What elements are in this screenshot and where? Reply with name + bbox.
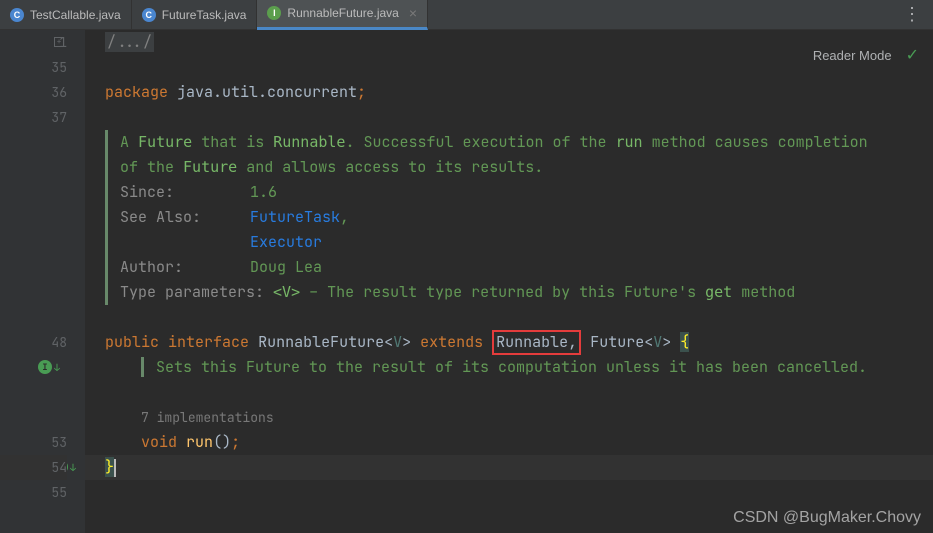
code-area[interactable]: /.../ package java.util.concurrent; A Fu… [85,30,933,533]
tab-bar: C TestCallable.java C FutureTask.java I … [0,0,933,30]
doc-text: of the [120,157,183,177]
impl-hint[interactable]: 7 implementations [141,409,274,426]
close-icon[interactable]: × [409,5,417,21]
class-icon: C [10,8,24,22]
generic-param: V [653,332,662,352]
doc-text: that is [192,132,273,152]
highlight-box: Runnable, [492,330,581,355]
line-number: 53 [51,434,67,451]
keyword: extends [420,332,483,352]
gutter: 1+ 35 36 37 48I↓ 53O↑I↓ 54 55 [0,30,85,533]
doc-link[interactable]: FutureTask [250,207,340,227]
class-icon: C [142,8,156,22]
doc-text: – The result type returned by this Futur… [300,282,705,302]
method-name: run [186,432,213,452]
doc-value: Doug Lea [250,257,322,277]
doc-label: Since: [120,180,250,205]
type-name: RunnableFuture [258,332,384,352]
doc-label: Type parameters: [120,282,273,302]
doc-code: Future [138,133,192,151]
doc-text: and allows access to its results. [237,157,543,177]
doc-label: See Also: [120,205,250,230]
doc-code: get [705,283,732,301]
doc-text: Sets this Future to the result of its co… [141,357,867,377]
keyword: public [105,332,159,352]
doc-link[interactable]: Executor [250,232,322,252]
tab-test-callable[interactable]: C TestCallable.java [0,0,132,30]
line-number: 54 [0,455,67,480]
tab-label: RunnableFuture.java [287,6,398,20]
doc-label: Author: [120,255,250,280]
brace: { [680,332,689,352]
doc-code: Future [183,158,237,176]
line-number: 36 [0,80,67,105]
tab-runnable-future[interactable]: I RunnableFuture.java × [257,0,428,30]
line-number: 35 [0,55,67,80]
caret [114,459,116,477]
doc-code: Runnable [273,133,345,151]
doc-text: method causes completion [643,132,868,152]
type-name: Runnable [496,332,568,352]
doc-code: run [615,133,642,151]
tab-label: FutureTask.java [162,8,247,22]
line-number: 37 [0,105,67,130]
doc-text: . Successful execution of the [345,132,615,152]
line-number: 55 [0,480,67,505]
fold-icon[interactable]: + [54,37,64,47]
line-number: 48 [51,334,67,351]
keyword: package [105,82,168,102]
keyword: interface [168,332,249,352]
folded-block[interactable]: /.../ [105,32,154,52]
doc-value: 1.6 [250,182,277,202]
javadoc-block: A Future that is Runnable. Successful ex… [105,130,933,305]
down-arrow-icon: ↓ [70,455,76,480]
tab-label: TestCallable.java [30,8,121,22]
interface-icon: I [267,6,281,20]
doc-text: A [120,132,138,152]
keyword: void [141,432,177,452]
doc-code: <V> [273,283,300,301]
watermark: CSDN @BugMaker.Chovy [733,509,921,527]
editor: 1+ 35 36 37 48I↓ 53O↑I↓ 54 55 /.../ pack… [0,30,933,533]
more-menu-icon[interactable]: ⋮ [891,3,933,26]
tab-future-task[interactable]: C FutureTask.java [132,0,258,30]
package-name: java.util.concurrent [177,82,357,102]
brace: } [105,457,114,477]
generic-param: V [393,332,402,352]
doc-text: method [732,282,795,302]
type-name: Future [590,332,644,352]
